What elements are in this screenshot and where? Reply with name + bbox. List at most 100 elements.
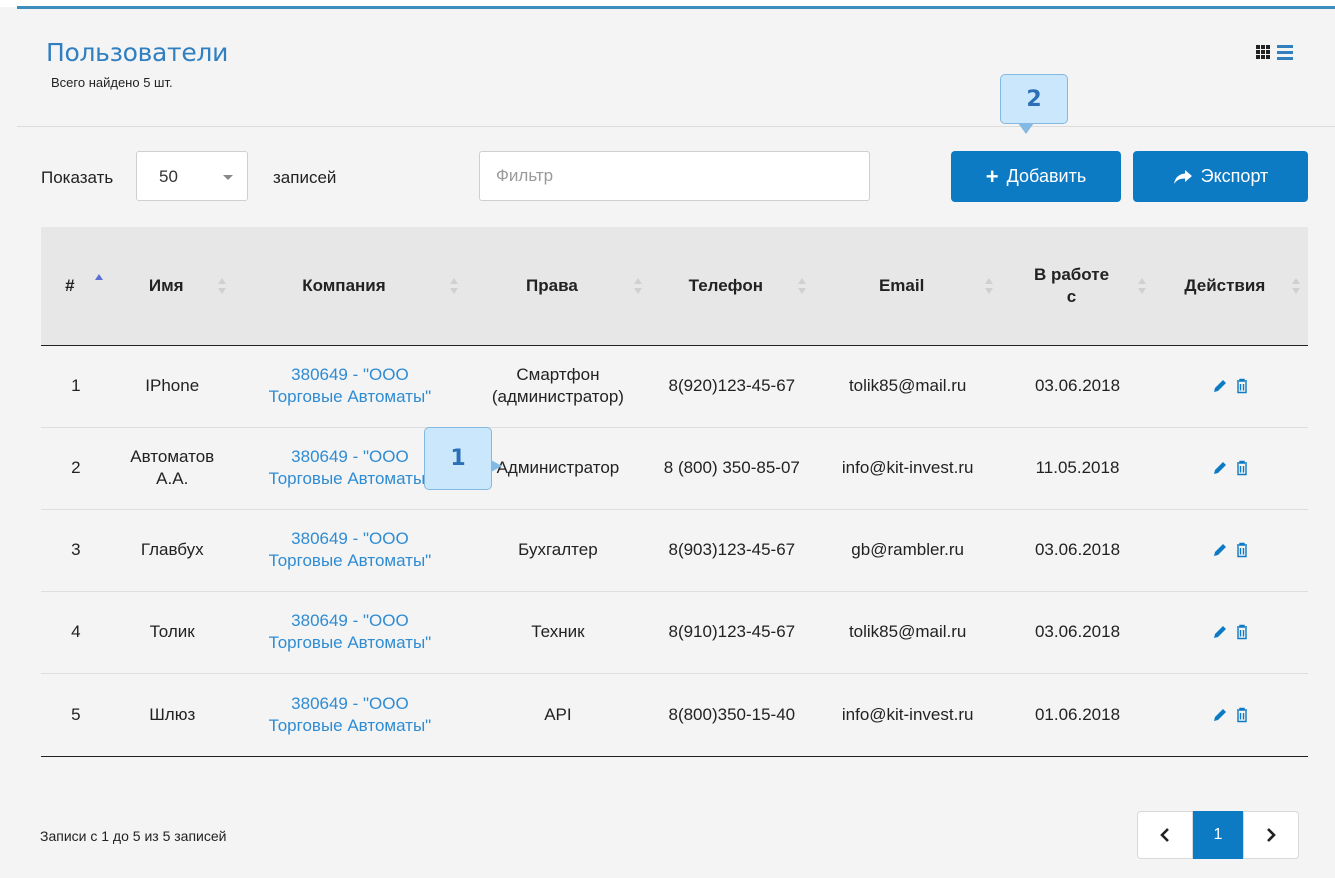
column-header-phone[interactable]: Телефон	[649, 227, 814, 346]
company-link[interactable]: 380649 - "ООО Торговые Автоматы"	[269, 447, 432, 488]
callout-marker-1: 1	[424, 427, 502, 490]
grid-view-icon[interactable]	[1256, 45, 1270, 59]
table-row: 5 Шлюз 380649 - "ООО Торговые Автоматы" A…	[41, 673, 1308, 757]
cell-email: tolik85@mail.ru	[814, 345, 1002, 428]
add-button-label: Добавить	[1006, 166, 1087, 186]
cell-company: 380649 - "ООО Торговые Автоматы"	[233, 345, 467, 428]
cell-number: 2	[41, 427, 111, 510]
trash-icon[interactable]	[1234, 460, 1250, 476]
trash-icon[interactable]	[1234, 378, 1250, 394]
list-view-icon[interactable]	[1277, 44, 1293, 60]
pencil-icon[interactable]	[1212, 460, 1228, 476]
sort-icon	[450, 277, 459, 294]
trash-icon[interactable]	[1234, 707, 1250, 723]
cell-actions	[1153, 591, 1308, 674]
records-label: записей	[273, 168, 337, 187]
view-switcher	[1256, 41, 1293, 63]
table-row: 4 Толик 380649 - "ООО Торговые Автоматы" …	[41, 591, 1308, 674]
add-button[interactable]: + Добавить	[951, 151, 1121, 202]
pencil-icon[interactable]	[1212, 542, 1228, 558]
cell-number: 4	[41, 591, 111, 674]
page-button-current[interactable]: 1	[1193, 811, 1243, 859]
cell-since: 03.06.2018	[1001, 345, 1154, 428]
company-link[interactable]: 380649 - "ООО Торговые Автоматы"	[269, 529, 432, 570]
cell-company: 380649 - "ООО Торговые Автоматы"	[233, 673, 467, 757]
records-info: Записи с 1 до 5 из 5 записей	[40, 828, 227, 844]
table-header-row: # Имя Компания Права Телефон Email В раб…	[41, 227, 1308, 346]
trash-icon[interactable]	[1234, 542, 1250, 558]
cell-name: Автоматов А.А.	[110, 427, 234, 510]
cell-rights: Смартфон (администратор)	[466, 345, 650, 428]
cell-email: info@kit-invest.ru	[814, 427, 1002, 510]
sort-icon	[985, 277, 994, 294]
cell-phone: 8(920)123-45-67	[649, 345, 814, 428]
column-header-number[interactable]: #	[41, 227, 111, 346]
next-page-button[interactable]	[1243, 811, 1299, 859]
sort-asc-icon	[94, 273, 103, 294]
cell-number: 5	[41, 673, 111, 757]
cell-since: 03.06.2018	[1001, 591, 1154, 674]
table-row: 3 Главбух 380649 - "ООО Торговые Автоматы…	[41, 509, 1308, 592]
plus-icon: +	[985, 163, 999, 189]
cell-rights: Бухгалтер	[466, 509, 650, 592]
pencil-icon[interactable]	[1212, 707, 1228, 723]
chevron-down-icon	[223, 175, 233, 180]
sort-icon	[798, 277, 806, 294]
pencil-icon[interactable]	[1212, 624, 1228, 640]
pencil-icon[interactable]	[1212, 378, 1228, 394]
cell-email: tolik85@mail.ru	[814, 591, 1002, 674]
company-link[interactable]: 380649 - "ООО Торговые Автоматы"	[269, 611, 432, 652]
filter-input[interactable]	[479, 151, 870, 201]
sort-icon	[217, 277, 226, 294]
column-header-email[interactable]: Email	[814, 227, 1002, 346]
cell-email: info@kit-invest.ru	[814, 673, 1002, 757]
header-divider	[17, 126, 1335, 127]
cell-name: IPhone	[110, 345, 234, 428]
cell-email: gb@rambler.ru	[814, 509, 1002, 592]
sort-icon	[1292, 277, 1300, 294]
page-size-value: 50	[159, 167, 178, 186]
cell-actions	[1153, 345, 1308, 428]
show-label: Показать	[41, 168, 114, 187]
sort-icon	[1137, 277, 1146, 294]
cell-phone: 8(910)123-45-67	[649, 591, 814, 674]
share-icon	[1173, 169, 1192, 184]
users-table: # Имя Компания Права Телефон Email В раб…	[41, 227, 1308, 757]
trash-icon[interactable]	[1234, 624, 1250, 640]
column-header-since[interactable]: В работе с	[1001, 227, 1154, 346]
column-header-rights[interactable]: Права	[466, 227, 650, 346]
callout-marker-2: 2	[1000, 74, 1068, 134]
table-row: 1 IPhone 380649 - "ООО Торговые Автоматы"…	[41, 345, 1308, 428]
column-header-company[interactable]: Компания	[233, 227, 467, 346]
cell-since: 11.05.2018	[1001, 427, 1154, 510]
accent-line	[17, 6, 1335, 9]
cell-name: Толик	[110, 591, 234, 674]
table-row: 2 Автоматов А.А. 380649 - "ООО Торговые А…	[41, 427, 1308, 510]
page-title: Пользователи	[46, 38, 229, 67]
pagination: 1	[1137, 811, 1299, 859]
company-link[interactable]: 380649 - "ООО Торговые Автоматы"	[269, 694, 432, 735]
company-link[interactable]: 380649 - "ООО Торговые Автоматы"	[269, 365, 432, 406]
cell-phone: 8(903)123-45-67	[649, 509, 814, 592]
cell-name: Главбух	[110, 509, 234, 592]
export-button[interactable]: Экспорт	[1133, 151, 1308, 202]
chevron-left-icon	[1160, 828, 1169, 842]
cell-rights: Техник	[466, 591, 650, 674]
cell-company: 380649 - "ООО Торговые Автоматы"	[233, 591, 467, 674]
column-header-actions[interactable]: Действия	[1153, 227, 1308, 346]
sort-icon	[633, 277, 642, 294]
cell-since: 03.06.2018	[1001, 509, 1154, 592]
chevron-right-icon	[1267, 828, 1276, 842]
page-subtitle: Всего найдено 5 шт.	[51, 75, 173, 90]
cell-number: 3	[41, 509, 111, 592]
cell-actions	[1153, 427, 1308, 510]
cell-company: 380649 - "ООО Торговые Автоматы"	[233, 509, 467, 592]
prev-page-button[interactable]	[1137, 811, 1193, 859]
column-header-name[interactable]: Имя	[110, 227, 234, 346]
cell-phone: 8 (800) 350-85-07	[649, 427, 814, 510]
export-button-label: Экспорт	[1200, 166, 1269, 186]
cell-phone: 8(800)350-15-40	[649, 673, 814, 757]
cell-actions	[1153, 673, 1308, 757]
page-size-select[interactable]: 50	[136, 151, 248, 201]
cell-rights: API	[466, 673, 650, 757]
